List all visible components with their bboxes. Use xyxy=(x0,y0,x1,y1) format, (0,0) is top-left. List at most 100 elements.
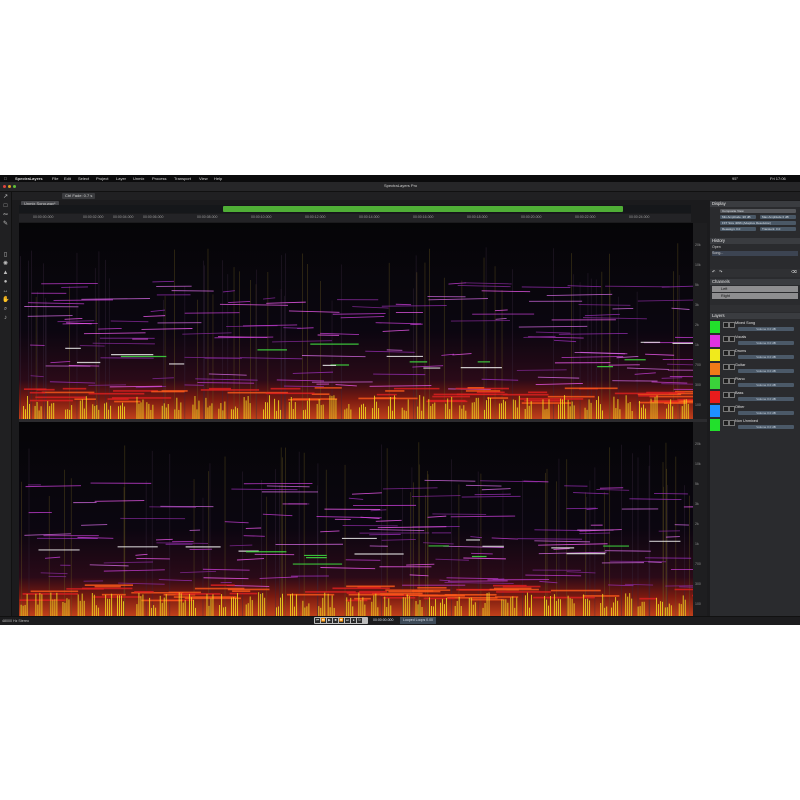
channels-panel-header[interactable]: Channels xyxy=(710,279,800,285)
transform-icon[interactable]: ↔ xyxy=(2,288,9,295)
history-item[interactable]: Open xyxy=(712,245,721,250)
layer-row[interactable]: Mixed Song Volume 0.0 dB xyxy=(710,320,800,334)
menu-help[interactable]: Help xyxy=(214,175,222,182)
brush-icon[interactable]: ✺ xyxy=(2,261,9,268)
layer-row[interactable]: Bass Volume 0.0 dB xyxy=(710,390,800,404)
layer-volume-slider[interactable]: Volume 0.0 dB xyxy=(738,383,794,387)
eraser-icon[interactable]: ▯ xyxy=(2,252,9,259)
spectrogram-right-channel[interactable] xyxy=(19,422,693,616)
close-dot[interactable] xyxy=(3,185,6,188)
status-temperature: 95° xyxy=(732,176,739,181)
zoom-tool-icon[interactable]: ⌕ xyxy=(2,306,9,313)
pointer-tool-icon[interactable]: ↗ xyxy=(2,194,9,201)
layer-color-swatch xyxy=(710,335,720,347)
max-amplitude-field[interactable]: Max Amplitude 0 dB xyxy=(760,215,796,219)
layer-name: Bass xyxy=(735,391,744,395)
menu-clock: Fri 17:06 xyxy=(770,176,786,181)
layer-name: Mixed Song xyxy=(735,321,756,325)
layer-row[interactable]: Drums Volume 0.0 dB xyxy=(710,348,800,362)
layer-volume-slider[interactable]: Volume 0.0 dB xyxy=(738,411,794,415)
layer-row[interactable]: Non Unmixed Volume 0.0 dB xyxy=(710,418,800,432)
minimize-dot[interactable] xyxy=(8,185,11,188)
menu-file[interactable]: File xyxy=(52,175,58,182)
layer-name: Vocals xyxy=(735,335,747,339)
overview-selection[interactable] xyxy=(223,206,623,212)
frequency-axis-left: 20k 10k 5k 3k 2k 1k 700 300 100 xyxy=(693,223,707,419)
layer-volume-slider[interactable]: Volume 0.0 dB xyxy=(738,397,794,401)
layers-panel-header[interactable]: Layers xyxy=(710,313,800,319)
display-mode-select[interactable]: Composite View xyxy=(720,209,796,213)
channel-right[interactable]: Right xyxy=(712,293,798,299)
menu-project[interactable]: Project xyxy=(96,175,108,182)
spectrogram-image xyxy=(19,223,693,419)
fade-control[interactable]: Ctrl Fade: 0.7 s xyxy=(62,193,96,199)
dropper-icon[interactable]: ● xyxy=(2,279,9,286)
stop-icon[interactable]: ■ xyxy=(333,618,338,623)
play-icon[interactable]: ▶ xyxy=(327,618,332,623)
display-panel-header[interactable]: Display xyxy=(710,201,800,207)
freq-tick: 20k xyxy=(695,243,701,247)
pen-icon[interactable]: ✎ xyxy=(2,221,9,228)
freq-tick: 5k xyxy=(695,283,699,287)
layer-color-swatch xyxy=(710,377,720,389)
rectangle-select-icon[interactable]: □ xyxy=(2,203,9,210)
end-icon[interactable]: ⏭ xyxy=(345,618,350,623)
layer-volume-slider[interactable]: Volume 0.0 dB xyxy=(738,355,794,359)
overview-strip[interactable] xyxy=(19,205,691,213)
freq-tick: 10k xyxy=(695,462,701,466)
hand-icon[interactable]: ✋ xyxy=(2,297,9,304)
channel-left[interactable]: Left xyxy=(712,286,798,292)
menu-unmix[interactable]: Unmix xyxy=(133,175,144,182)
rewind-icon[interactable]: ⏮ xyxy=(315,618,320,623)
forward-icon[interactable]: ⏩ xyxy=(339,618,344,623)
layer-row[interactable]: Vocals Volume 0.0 dB xyxy=(710,334,800,348)
speaker-icon[interactable]: ♪ xyxy=(2,315,9,322)
layer-volume-slider[interactable]: Volume 0.0 dB xyxy=(738,369,794,373)
layer-color-swatch xyxy=(710,419,720,431)
lasso-icon[interactable]: ∾ xyxy=(2,212,9,219)
menu-transport[interactable]: Transport xyxy=(174,175,191,182)
spectrogram-image xyxy=(19,422,693,616)
reassign-field[interactable]: Reassign: 0.0 xyxy=(720,227,756,231)
min-amplitude-field[interactable]: Min Amplitude -96 dB xyxy=(720,215,756,219)
layer-row[interactable]: Piano Volume 0.0 dB xyxy=(710,376,800,390)
ruler-tick: 00:00:08.000 xyxy=(197,215,218,219)
layer-name: Non Unmixed xyxy=(735,419,759,423)
layer-volume-slider[interactable]: Volume 0.0 dB xyxy=(738,425,794,429)
time-ruler[interactable]: 00:00:00.000 00:00:02.000 00:00:04.000 0… xyxy=(19,214,691,222)
app-menu-name[interactable]: SpectraLayers xyxy=(15,175,43,182)
history-item-selected[interactable]: Song... xyxy=(712,251,798,256)
record-icon[interactable]: ● xyxy=(351,618,356,623)
layer-volume-slider[interactable]: Volume 0.0 dB xyxy=(738,327,794,331)
back-icon[interactable]: ⏪ xyxy=(321,618,326,623)
layer-row[interactable]: Guitar Volume 0.0 dB xyxy=(710,362,800,376)
fft-size-field[interactable]: FFT Size 4096 (Adaptive Resolution) xyxy=(720,221,796,225)
menu-layer[interactable]: Layer xyxy=(116,175,126,182)
menu-view[interactable]: View xyxy=(199,175,208,182)
loop-icon[interactable]: ↻ xyxy=(357,618,362,623)
freq-tick: 300 xyxy=(695,582,701,586)
undo-icon[interactable]: ↶ xyxy=(712,269,716,275)
freq-tick: 10k xyxy=(695,263,701,267)
trash-icon[interactable]: ⌫ xyxy=(791,269,797,275)
history-panel-header[interactable]: History xyxy=(710,238,800,244)
menu-select[interactable]: Select xyxy=(78,175,89,182)
transient-field[interactable]: Transient: 0.0 xyxy=(760,227,796,231)
apple-icon[interactable]:  xyxy=(4,175,7,182)
menu-edit[interactable]: Edit xyxy=(64,175,71,182)
ruler-tick: 00:00:14.000 xyxy=(359,215,380,219)
redo-icon[interactable]: ↷ xyxy=(719,269,723,275)
menu-process[interactable]: Process xyxy=(152,175,166,182)
freq-tick: 3k xyxy=(695,303,699,307)
clone-stamp-icon[interactable]: ▲ xyxy=(2,270,9,277)
layer-row[interactable]: Other Volume 0.0 dB xyxy=(710,404,800,418)
tab-bar: Ctrl Fade: 0.7 s xyxy=(12,192,800,200)
ruler-tick: 00:00:16.000 xyxy=(413,215,434,219)
zoom-dot[interactable] xyxy=(13,185,16,188)
layer-color-swatch xyxy=(710,405,720,417)
layer-name: Other xyxy=(735,405,745,409)
freq-tick: 100 xyxy=(695,403,701,407)
spectrogram-left-channel[interactable] xyxy=(19,223,693,419)
loop-selection-display[interactable]: Looped Loops 0.00 xyxy=(400,617,436,624)
layer-volume-slider[interactable]: Volume 0.0 dB xyxy=(738,341,794,345)
